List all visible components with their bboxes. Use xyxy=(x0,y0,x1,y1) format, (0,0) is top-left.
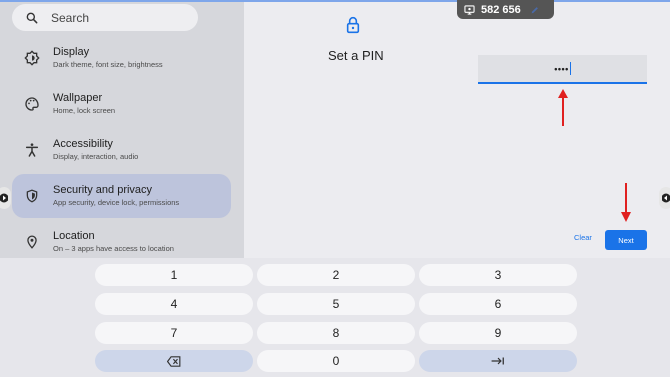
sidebar-item-subtitle: Home, lock screen xyxy=(53,106,116,115)
accessibility-icon xyxy=(23,141,41,159)
session-id: 582 656 xyxy=(481,3,521,16)
sidebar-item-display[interactable]: Display Dark theme, font size, brightnes… xyxy=(12,36,231,80)
key-6[interactable]: 6 xyxy=(419,293,577,315)
sidebar-item-subtitle: Dark theme, font size, brightness xyxy=(53,60,163,69)
play-arrow-icon xyxy=(0,193,8,203)
search-icon xyxy=(26,12,38,23)
right-edge-handle[interactable] xyxy=(659,187,670,209)
backspace-icon xyxy=(167,355,181,367)
annotation-arrow-up-icon xyxy=(558,89,568,126)
key-1[interactable]: 1 xyxy=(95,264,253,286)
sidebar-item-subtitle: On – 3 apps have access to location xyxy=(53,244,174,253)
location-pin-icon xyxy=(23,233,41,251)
tab-icon xyxy=(491,357,504,365)
monitor-icon xyxy=(464,4,475,15)
page-title: Set a PIN xyxy=(328,48,384,63)
key-backspace[interactable] xyxy=(95,350,253,372)
remote-session-counter[interactable]: 582 656 xyxy=(457,0,554,19)
sidebar-item-title: Accessibility xyxy=(53,138,113,150)
clear-button[interactable]: Clear xyxy=(574,233,592,242)
sidebar-item-location[interactable]: Location On – 3 apps have access to loca… xyxy=(12,220,231,258)
text-caret xyxy=(569,62,571,75)
shield-icon xyxy=(23,187,41,205)
sidebar-item-subtitle: App security, device lock, permissions xyxy=(53,198,180,207)
key-0[interactable]: 0 xyxy=(257,350,415,372)
lock-icon xyxy=(346,16,360,34)
sidebar-item-title: Security and privacy xyxy=(53,184,153,196)
sidebar-item-wallpaper[interactable]: Wallpaper Home, lock screen xyxy=(12,82,231,126)
sidebar-item-title: Wallpaper xyxy=(53,92,103,104)
back-arrow-icon xyxy=(662,193,670,203)
sidebar-item-subtitle: Display, interaction, audio xyxy=(53,152,139,161)
display-settings-icon xyxy=(23,49,41,67)
pin-input[interactable]: •••• xyxy=(478,55,647,84)
palette-icon xyxy=(23,95,41,113)
top-accent-line xyxy=(0,0,670,2)
numeric-keyboard: 1 2 3 4 5 6 7 8 9 0 xyxy=(0,258,670,377)
search-placeholder: Search xyxy=(51,10,90,25)
sidebar-item-security-and-privacy[interactable]: Security and privacy App security, devic… xyxy=(12,174,231,218)
key-5[interactable]: 5 xyxy=(257,293,415,315)
key-4[interactable]: 4 xyxy=(95,293,253,315)
key-2[interactable]: 2 xyxy=(257,264,415,286)
sidebar-item-title: Location xyxy=(53,230,95,242)
key-tab[interactable] xyxy=(419,350,577,372)
search-bar[interactable]: Search xyxy=(12,4,198,31)
sidebar-item-accessibility[interactable]: Accessibility Display, interaction, audi… xyxy=(12,128,231,172)
key-3[interactable]: 3 xyxy=(419,264,577,286)
key-8[interactable]: 8 xyxy=(257,322,415,344)
settings-sidebar: Search Display Dark theme, font size, br… xyxy=(0,0,244,258)
pin-setup-panel xyxy=(244,0,670,258)
left-edge-handle[interactable] xyxy=(0,187,11,209)
sidebar-item-title: Display xyxy=(53,46,90,58)
annotation-arrow-down-icon xyxy=(621,183,631,222)
pin-value: •••• xyxy=(554,63,569,74)
key-9[interactable]: 9 xyxy=(419,322,577,344)
pencil-icon xyxy=(531,6,538,13)
key-7[interactable]: 7 xyxy=(95,322,253,344)
next-button[interactable]: Next xyxy=(605,230,647,250)
